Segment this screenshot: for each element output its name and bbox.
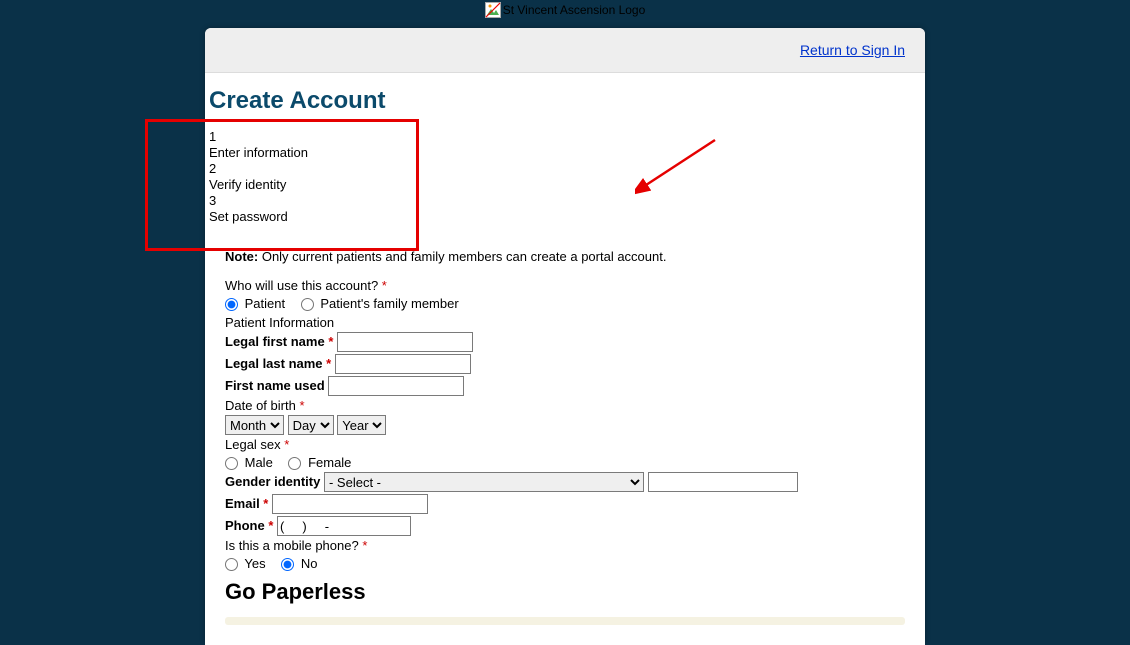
return-sign-in-link[interactable]: Return to Sign In xyxy=(800,42,905,58)
go-paperless-heading: Go Paperless xyxy=(225,579,905,605)
who-question: Who will use this account? * xyxy=(225,278,905,293)
logo-area: St Vincent Ascension Logo xyxy=(0,0,1130,18)
phone-input[interactable] xyxy=(277,516,411,536)
who-patient-radio[interactable] xyxy=(225,298,238,311)
note-bold: Note: xyxy=(225,249,258,264)
step-3-label: Set password xyxy=(209,209,925,225)
sex-male-radio[interactable] xyxy=(225,457,238,470)
main-card: Return to Sign In Create Account 1 Enter… xyxy=(205,28,925,645)
legal-first-label: Legal first name * xyxy=(225,334,333,349)
gender-identity-label: Gender identity xyxy=(225,474,320,489)
legal-last-input[interactable] xyxy=(335,354,471,374)
step-1-label: Enter information xyxy=(209,145,925,161)
dob-day-select[interactable]: Day xyxy=(288,415,334,435)
gender-identity-select[interactable]: - Select - xyxy=(324,472,644,492)
first-used-label: First name used xyxy=(225,378,325,393)
mobile-no-radio[interactable] xyxy=(281,558,294,571)
step-2-label: Verify identity xyxy=(209,177,925,193)
legal-sex-label: Legal sex * xyxy=(225,437,905,452)
logo-alt-text: St Vincent Ascension Logo xyxy=(503,3,646,17)
who-family-radio[interactable] xyxy=(301,298,314,311)
steps-block: 1 Enter information 2 Verify identity 3 … xyxy=(205,125,925,229)
legal-last-label: Legal last name * xyxy=(225,356,331,371)
sex-female-option[interactable]: Female xyxy=(288,455,351,470)
sex-male-option[interactable]: Male xyxy=(225,455,276,470)
mobile-question: Is this a mobile phone? * xyxy=(225,538,905,553)
step-3-num: 3 xyxy=(209,193,925,209)
who-patient-option[interactable]: Patient xyxy=(225,296,289,311)
step-2-num: 2 xyxy=(209,161,925,177)
card-body: Create Account 1 Enter information 2 Ver… xyxy=(205,87,925,645)
sex-female-radio[interactable] xyxy=(288,457,301,470)
step-1-num: 1 xyxy=(209,129,925,145)
paperless-info-box xyxy=(225,617,905,625)
dob-month-select[interactable]: Month xyxy=(225,415,284,435)
note-text: Only current patients and family members… xyxy=(258,249,666,264)
page-title: Create Account xyxy=(209,87,925,115)
dob-label-row: Date of birth * xyxy=(225,398,905,413)
legal-first-input[interactable] xyxy=(337,332,473,352)
email-label: Email * xyxy=(225,496,268,511)
phone-label: Phone * xyxy=(225,518,273,533)
first-used-input[interactable] xyxy=(328,376,464,396)
card-header: Return to Sign In xyxy=(205,28,925,73)
note-line: Note: Only current patients and family m… xyxy=(225,249,905,264)
broken-image-icon: St Vincent Ascension Logo xyxy=(485,2,646,18)
gender-identity-free-input[interactable] xyxy=(648,472,798,492)
who-family-option[interactable]: Patient's family member xyxy=(301,296,459,311)
email-input[interactable] xyxy=(272,494,428,514)
mobile-no-option[interactable]: No xyxy=(281,556,317,571)
mobile-yes-radio[interactable] xyxy=(225,558,238,571)
mobile-yes-option[interactable]: Yes xyxy=(225,556,269,571)
dob-year-select[interactable]: Year xyxy=(337,415,386,435)
patient-info-label: Patient Information xyxy=(225,315,905,330)
